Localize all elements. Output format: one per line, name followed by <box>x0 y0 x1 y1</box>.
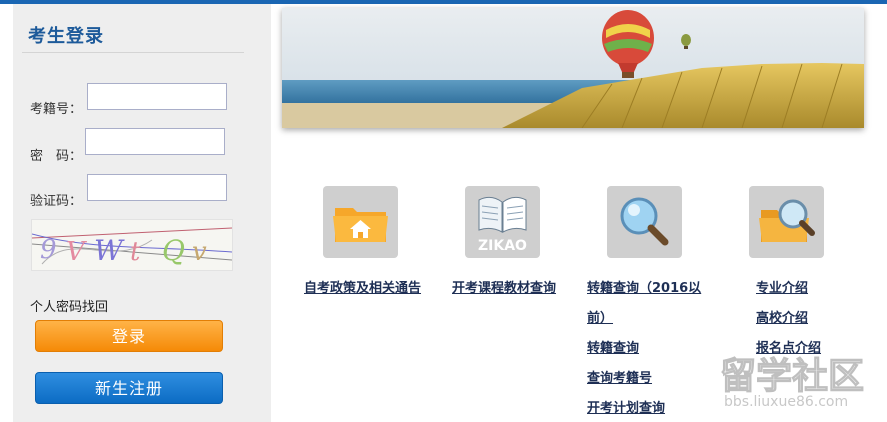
title-divider <box>22 52 244 53</box>
captcha-image[interactable]: 9 V W t Q v <box>31 219 233 271</box>
captcha-label: 验证码： <box>30 194 83 209</box>
exam-id-label: 考籍号： <box>30 102 83 117</box>
password-input[interactable] <box>85 128 225 155</box>
folder-search-icon <box>759 199 815 242</box>
login-button[interactable]: 登录 <box>35 320 223 352</box>
zikao-icon-text: ZIKAO <box>478 238 527 254</box>
watermark-url: bbs.liuxue86.com <box>724 394 848 410</box>
captcha-char: v <box>192 237 207 267</box>
captcha-char: t <box>130 237 141 267</box>
exam-plan-link[interactable]: 开考计划查询 <box>587 397 665 416</box>
captcha-char: V <box>66 237 87 267</box>
exam-id-input[interactable] <box>87 83 227 110</box>
watermark-brand: 留学社区 <box>720 355 864 397</box>
login-title: 考生登录 <box>28 26 104 47</box>
exam-id-query-link[interactable]: 查询考籍号 <box>587 367 652 386</box>
home-folder-icon <box>333 208 388 242</box>
captcha-char: W <box>94 234 125 267</box>
captcha-char: Q <box>162 234 185 267</box>
major-tile[interactable] <box>749 186 824 258</box>
site-watermark: 留学社区 bbs.liuxue86.com <box>719 352 880 416</box>
login-sidebar <box>13 4 271 422</box>
transfer-2016-link[interactable]: 转籍查询（2016以 <box>587 277 701 296</box>
beach-balloon-scene <box>282 8 864 128</box>
policy-link[interactable]: 自考政策及相关通告 <box>304 277 421 296</box>
password-label: 密 码： <box>30 149 83 164</box>
policy-tile[interactable] <box>323 186 398 258</box>
forgot-password-link[interactable]: 个人密码找回 <box>30 296 108 315</box>
transfer-tile[interactable] <box>607 186 682 258</box>
courses-tile[interactable]: ZIKAO <box>465 186 540 258</box>
zikao-book-icon: ZIKAO <box>478 196 527 254</box>
captcha-noise: 9 V W t Q v <box>32 227 232 267</box>
transfer-2016-link-cont[interactable]: 前） <box>587 307 613 326</box>
college-intro-link[interactable]: 高校介绍 <box>756 307 808 326</box>
magnifier-icon <box>620 197 669 246</box>
captcha-char: 9 <box>40 235 57 265</box>
courses-link[interactable]: 开考课程教材查询 <box>452 277 556 296</box>
transfer-query-link[interactable]: 转籍查询 <box>587 337 639 356</box>
register-button[interactable]: 新生注册 <box>35 372 223 404</box>
major-intro-link[interactable]: 专业介绍 <box>756 277 808 296</box>
banner-image <box>282 8 864 128</box>
captcha-input[interactable] <box>87 174 227 201</box>
